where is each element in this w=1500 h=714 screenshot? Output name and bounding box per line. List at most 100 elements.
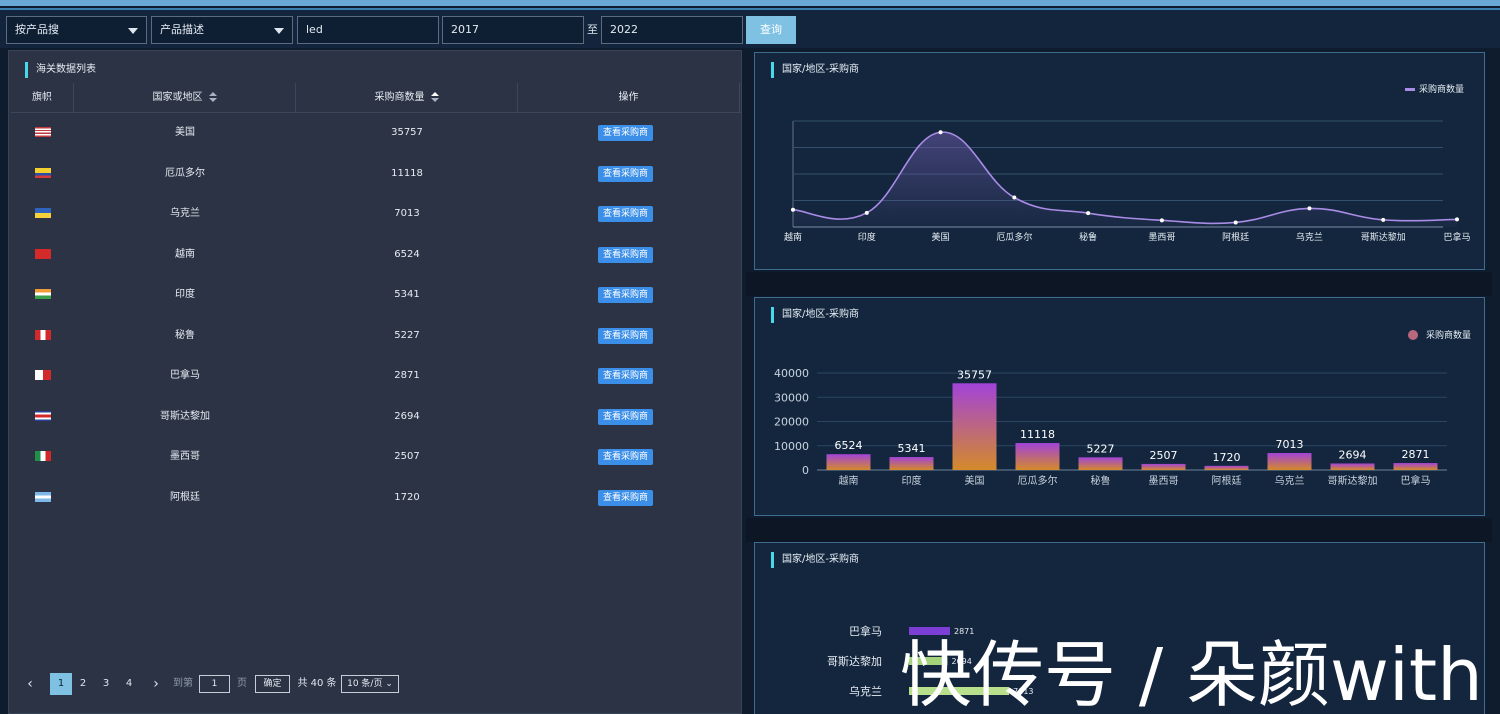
year-to-input[interactable]: 2022 (601, 16, 743, 44)
y-tick-label: 10000 (774, 440, 809, 453)
section-divider (746, 272, 1492, 296)
data-point (1159, 218, 1164, 223)
flag-icon (35, 410, 51, 421)
header-buyers-label: 采购商数量 (374, 92, 425, 103)
data-label: 1720 (1213, 451, 1241, 464)
country-cell: 乌克兰 (170, 208, 200, 219)
country-cell: 印度 (175, 289, 195, 300)
table-row: 越南 6524 查看采购商 (11, 235, 741, 275)
x-tick-label: 越南 (784, 231, 802, 243)
view-buyers-button[interactable]: 查看采购商 (598, 165, 653, 182)
legend-swatch (1405, 88, 1415, 91)
flag-icon (35, 127, 51, 137)
data-label: 5341 (898, 442, 926, 455)
bar (952, 383, 997, 470)
page-1[interactable]: 1 (50, 673, 72, 695)
confirm-button[interactable]: 确定 (255, 675, 290, 693)
year-from-input[interactable]: 2017 (442, 16, 584, 44)
page-unit-label: 页 (237, 678, 247, 689)
legend-label: 采购商数量 (1426, 329, 1471, 341)
bar (1330, 463, 1375, 470)
prev-page-icon[interactable]: ‹ (23, 673, 37, 695)
page-2[interactable]: 2 (76, 673, 90, 695)
header-buyers[interactable]: 采购商数量 (296, 83, 518, 113)
country-cell: 越南 (175, 248, 195, 260)
flag-icon (35, 491, 51, 502)
sort-icon[interactable] (430, 92, 439, 102)
search-toolbar: 按产品搜 产品描述 led 2017 至 2022 查询 (0, 8, 1500, 48)
x-tick-label: 美国 (965, 474, 985, 487)
data-point (1381, 217, 1386, 222)
view-buyers-button[interactable]: 查看采购商 (598, 246, 653, 263)
bar (826, 454, 871, 470)
legend-label: 采购商数量 (1419, 83, 1464, 95)
country-cell: 哥斯达黎加 (160, 410, 210, 422)
data-point (864, 210, 869, 215)
y-tick-label: 乌克兰 (849, 684, 882, 698)
header-action-label: 操作 (618, 92, 639, 103)
x-tick-label: 印度 (858, 231, 876, 243)
data-label: 2871 (1402, 448, 1430, 461)
data-point (938, 130, 943, 135)
table-row: 墨西哥 2507 查看采购商 (11, 437, 741, 477)
x-tick-label: 厄瓜多尔 (1018, 474, 1058, 487)
y-tick-label: 30000 (774, 391, 809, 404)
sort-icon[interactable] (208, 92, 217, 102)
customs-data-panel: 海关数据列表 旗帜 国家或地区 采购商数量 操作 美国 35757 查看采购商 厄瓜多… (8, 50, 742, 714)
panel-title: 海关数据列表 (25, 62, 96, 78)
page-4[interactable]: 4 (122, 673, 136, 695)
buyers-cell: 35757 (391, 127, 423, 138)
next-page-icon[interactable]: › (149, 673, 163, 695)
table-row: 秘鲁 5227 查看采购商 (11, 316, 741, 356)
y-tick-label: 40000 (774, 367, 809, 380)
data-point (791, 207, 795, 212)
chevron-down-icon (128, 28, 138, 34)
header-flag-label: 旗帜 (32, 92, 52, 103)
bar (1015, 443, 1060, 470)
y-tick-label: 20000 (774, 416, 809, 429)
data-label: 7013 (1276, 438, 1304, 451)
header-flag: 旗帜 (11, 83, 74, 113)
flag-icon (35, 167, 51, 178)
buyers-cell: 2871 (394, 370, 420, 381)
table-row: 印度 5341 查看采购商 (11, 275, 741, 315)
keyword-input[interactable]: led (297, 16, 439, 44)
field-select[interactable]: 产品描述 (151, 16, 293, 44)
series-area (793, 132, 1457, 227)
x-tick-label: 美国 (932, 231, 950, 243)
data-label: 11118 (1020, 428, 1055, 441)
x-tick-label: 墨西哥 (1148, 232, 1175, 243)
flag-icon (35, 329, 51, 340)
page-3[interactable]: 3 (99, 673, 113, 695)
y-tick-label: 巴拿马 (849, 624, 882, 638)
goto-label: 到第 (173, 678, 193, 689)
country-cell: 厄瓜多尔 (165, 167, 205, 179)
view-buyers-button[interactable]: 查看采购商 (598, 206, 653, 222)
header-country[interactable]: 国家或地区 (74, 83, 296, 113)
view-buyers-button[interactable]: 查看采购商 (598, 368, 653, 384)
data-point (1086, 211, 1091, 216)
view-buyers-button[interactable]: 查看采购商 (598, 489, 653, 506)
query-button[interactable]: 查询 (746, 16, 796, 44)
table-header: 旗帜 国家或地区 采购商数量 操作 (11, 83, 741, 113)
view-buyers-button[interactable]: 查看采购商 (598, 408, 653, 425)
table-row: 厄瓜多尔 11118 查看采购商 (11, 154, 741, 194)
buyers-cell: 5227 (394, 329, 420, 341)
view-buyers-button[interactable]: 查看采购商 (598, 327, 653, 344)
page-size-value: 10 条/页 (347, 679, 383, 689)
view-buyers-button[interactable]: 查看采购商 (598, 449, 653, 465)
range-separator: 至 (587, 23, 598, 36)
table-row: 美国 35757 查看采购商 (11, 113, 741, 153)
line-chart-card: 国家/地区-采购商 越南 印度 美国 厄瓜多尔 秘鲁 墨西哥 阿根廷 乌克兰 哥斯达黎加 巴拿马采… (754, 52, 1485, 270)
x-tick-label: 越南 (839, 474, 859, 487)
page-size-select[interactable]: 10 条/页 ⌄ (341, 675, 399, 693)
flag-icon (35, 289, 51, 299)
goto-page-input[interactable]: 1 (199, 675, 230, 693)
view-buyers-button[interactable]: 查看采购商 (598, 125, 653, 141)
search-mode-select[interactable]: 按产品搜 (6, 16, 147, 44)
view-buyers-button[interactable]: 查看采购商 (598, 287, 653, 303)
x-tick-label: 厄瓜多尔 (996, 231, 1032, 243)
bar (1141, 463, 1186, 470)
country-cell: 阿根廷 (170, 491, 200, 503)
flag-icon (35, 208, 51, 218)
